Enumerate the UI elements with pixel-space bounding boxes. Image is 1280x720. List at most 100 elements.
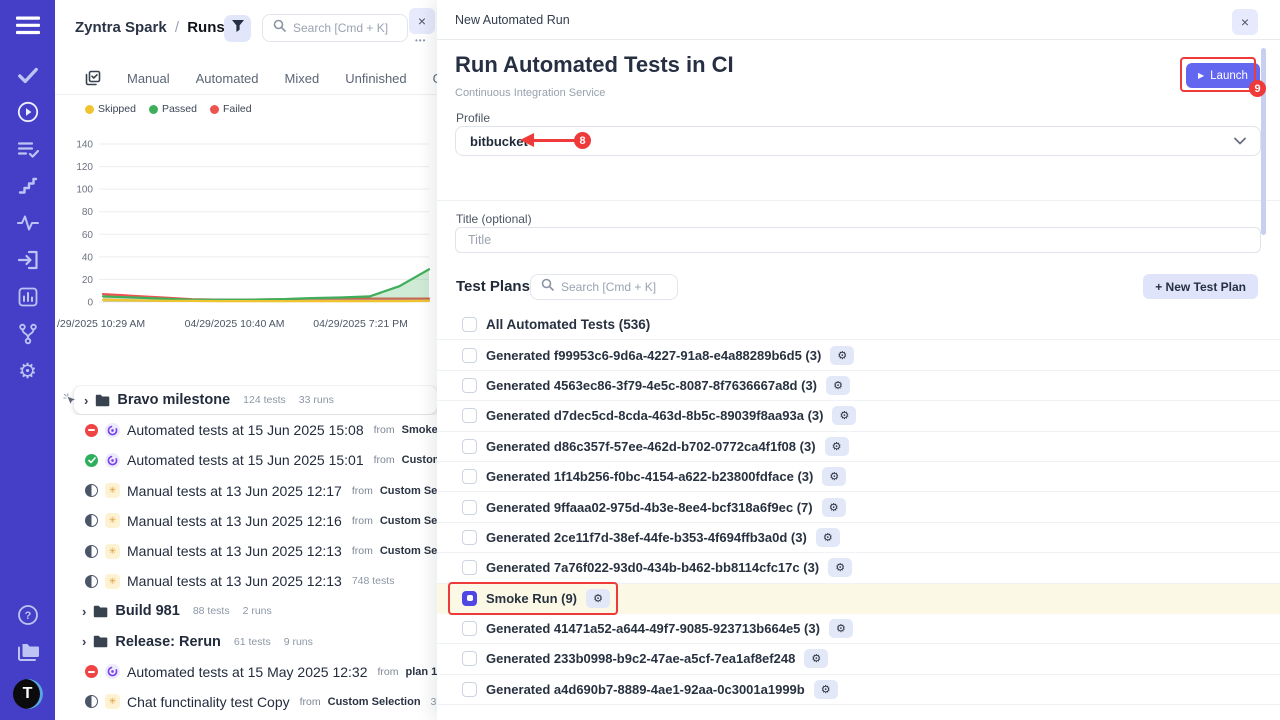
test-plan-row[interactable]: Generated 2ce11f7d-38ef-44fe-b353-4f694f… <box>437 523 1280 553</box>
chevron-right-icon[interactable]: › <box>84 394 88 407</box>
tab-automated[interactable]: Automated <box>196 71 259 86</box>
app-logo[interactable]: T <box>13 679 43 709</box>
plan-settings-button[interactable]: ⚙ <box>822 467 846 486</box>
checkbox[interactable] <box>462 378 477 393</box>
from-source[interactable]: Custom Selection <box>328 696 421 708</box>
chevron-right-icon[interactable]: › <box>82 635 86 648</box>
section-divider <box>437 200 1280 201</box>
plan-settings-button[interactable]: ⚙ <box>825 437 849 456</box>
run-group-row[interactable]: ›Release: Rerun61 tests9 runs <box>55 627 437 657</box>
plan-settings-button[interactable]: ⚙ <box>816 528 840 547</box>
runs-search-input[interactable] <box>293 21 397 35</box>
projects-icon[interactable] <box>14 639 42 665</box>
from-source[interactable]: plan 12 <box>406 666 438 678</box>
plan-settings-button[interactable]: ⚙ <box>814 680 838 699</box>
from-source[interactable]: Custom Selection <box>402 454 437 466</box>
analytics-icon[interactable] <box>14 284 42 310</box>
run-group-card[interactable]: ›Bravo milestone124 tests33 runs <box>74 386 437 414</box>
tab-mixed[interactable]: Mixed <box>285 71 320 86</box>
x-tick-label: /29/2025 10:29 AM <box>57 318 145 330</box>
test-plan-row[interactable]: Smoke Run (9)⚙ <box>437 584 1280 614</box>
test-plan-row[interactable]: Generated 7a76f022-93d0-434b-b462-bb8114… <box>437 553 1280 583</box>
plan-settings-button[interactable]: ⚙ <box>804 649 828 668</box>
scrollbar-thumb[interactable] <box>1261 48 1266 235</box>
plan-settings-button[interactable]: ⚙ <box>826 376 850 395</box>
steps-icon[interactable] <box>14 173 42 199</box>
test-plans-search-input[interactable] <box>561 280 667 294</box>
plan-settings-button[interactable]: ⚙ <box>830 346 854 365</box>
checkbox[interactable] <box>462 560 477 575</box>
checkbox[interactable] <box>462 530 477 545</box>
test-plan-row[interactable]: Generated f99953c6-9d6a-4227-91a8-e4a882… <box>437 340 1280 370</box>
run-group-meta: 9 runs <box>284 636 313 648</box>
test-plan-row[interactable]: Generated 1f14b256-f0bc-4154-a622-b23800… <box>437 462 1280 492</box>
from-source[interactable]: Custom Selection <box>380 485 437 497</box>
new-test-plan-button[interactable]: + New Test Plan <box>1143 274 1258 299</box>
checkbox-checked[interactable] <box>462 591 477 606</box>
partial-status-icon <box>85 695 98 708</box>
run-row[interactable]: ✳Chat functinality test CopyfromCustom S… <box>55 687 437 717</box>
checkbox[interactable] <box>462 621 477 636</box>
test-plan-row[interactable]: All Automated Tests (536) <box>437 310 1280 340</box>
settings-icon[interactable]: ⚙ <box>14 358 42 384</box>
test-plan-row[interactable]: Generated 4563ec86-3f79-4e5c-8087-8f7636… <box>437 371 1280 401</box>
run-row[interactable]: ✳Manual tests at 13 Jun 2025 12:16fromCu… <box>55 506 437 536</box>
checkbox[interactable] <box>462 500 477 515</box>
plan-settings-button[interactable]: ⚙ <box>828 558 852 577</box>
run-group-meta: 33 runs <box>299 394 334 406</box>
checkbox[interactable] <box>462 682 477 697</box>
import-icon[interactable] <box>14 247 42 273</box>
tab-manual[interactable]: Manual <box>127 71 170 86</box>
test-plan-row[interactable]: Generated d86c357f-57ee-462d-b702-0772ca… <box>437 432 1280 462</box>
run-row[interactable]: Automated tests at 15 Jun 2025 15:01from… <box>55 445 437 475</box>
title-input[interactable] <box>455 227 1261 253</box>
check-icon[interactable] <box>14 62 42 88</box>
run-list-icon[interactable] <box>14 136 42 162</box>
test-plan-label: Generated 7a76f022-93d0-434b-b462-bb8114… <box>486 560 819 575</box>
from-source[interactable]: Smoke Run <box>402 424 437 436</box>
plan-settings-button[interactable]: ⚙ <box>829 619 853 638</box>
checkbox[interactable] <box>462 469 477 484</box>
activity-icon[interactable] <box>14 210 42 236</box>
run-row[interactable]: ✳Manual tests at 13 Jun 2025 12:13748 te… <box>55 566 437 596</box>
run-row[interactable]: ✳Manual tests at 13 Jun 2025 12:17fromCu… <box>55 476 437 506</box>
test-plans-list: All Automated Tests (536) Generated f9995… <box>437 310 1280 705</box>
run-row[interactable]: Automated tests at 15 May 2025 12:32from… <box>55 657 437 687</box>
play-circle-icon[interactable] <box>14 99 42 125</box>
checkbox[interactable] <box>462 317 477 332</box>
run-group-row[interactable]: ›Build 98188 tests2 runs <box>55 596 437 626</box>
plan-settings-button[interactable]: ⚙ <box>586 589 610 608</box>
test-plan-label: Generated f99953c6-9d6a-4227-91a8-e4a882… <box>486 348 821 363</box>
from-source[interactable]: Custom Selection <box>380 545 437 557</box>
run-row[interactable]: ✳Manual tests at 13 Jun 2025 12:13fromCu… <box>55 536 437 566</box>
from-source[interactable]: Custom Selection <box>380 515 437 527</box>
test-plan-row[interactable]: Generated 41471a52-a644-49f7-9085-923713… <box>437 614 1280 644</box>
checkbox[interactable] <box>462 408 477 423</box>
test-plan-row[interactable]: Generated d7dec5cd-8cda-463d-8b5c-89039f… <box>437 401 1280 431</box>
menu-icon[interactable] <box>14 12 42 38</box>
run-row[interactable]: Automated tests at 15 Jun 2025 15:08from… <box>55 415 437 445</box>
run-group-row[interactable]: ›Bravo milestone124 tests33 runs <box>55 385 437 415</box>
drawer-close-button[interactable]: × <box>1232 9 1258 35</box>
test-plan-row[interactable]: Generated a4d690b7-8889-4ae1-92aa-0c3001… <box>437 675 1280 705</box>
tab-unfinished[interactable]: Unfinished <box>345 71 406 86</box>
plan-settings-button[interactable]: ⚙ <box>822 498 846 517</box>
from-label: from <box>352 515 373 527</box>
copy-check-icon[interactable] <box>85 70 101 86</box>
test-plan-row[interactable]: Generated 9ffaaa02-975d-4b3e-8ee4-bcf318… <box>437 492 1280 522</box>
breadcrumb-project[interactable]: Zyntra Spark <box>75 19 167 36</box>
filter-button[interactable] <box>224 15 251 42</box>
chevron-right-icon[interactable]: › <box>82 605 86 618</box>
help-icon[interactable]: ? <box>14 602 42 628</box>
runs-panel-close-button[interactable]: × <box>409 8 435 34</box>
checkbox[interactable] <box>462 651 477 666</box>
test-plan-label: All Automated Tests (536) <box>486 317 650 332</box>
plan-settings-button[interactable]: ⚙ <box>832 406 856 425</box>
branch-icon[interactable] <box>14 321 42 347</box>
run-title: Manual tests at 13 Jun 2025 12:13 <box>127 573 342 589</box>
checkbox[interactable] <box>462 348 477 363</box>
test-plans-search[interactable] <box>530 274 678 300</box>
checkbox[interactable] <box>462 439 477 454</box>
test-plan-row[interactable]: Generated 233b0998-b9c2-47ae-a5cf-7ea1af… <box>437 644 1280 674</box>
runs-search[interactable] <box>262 14 408 42</box>
